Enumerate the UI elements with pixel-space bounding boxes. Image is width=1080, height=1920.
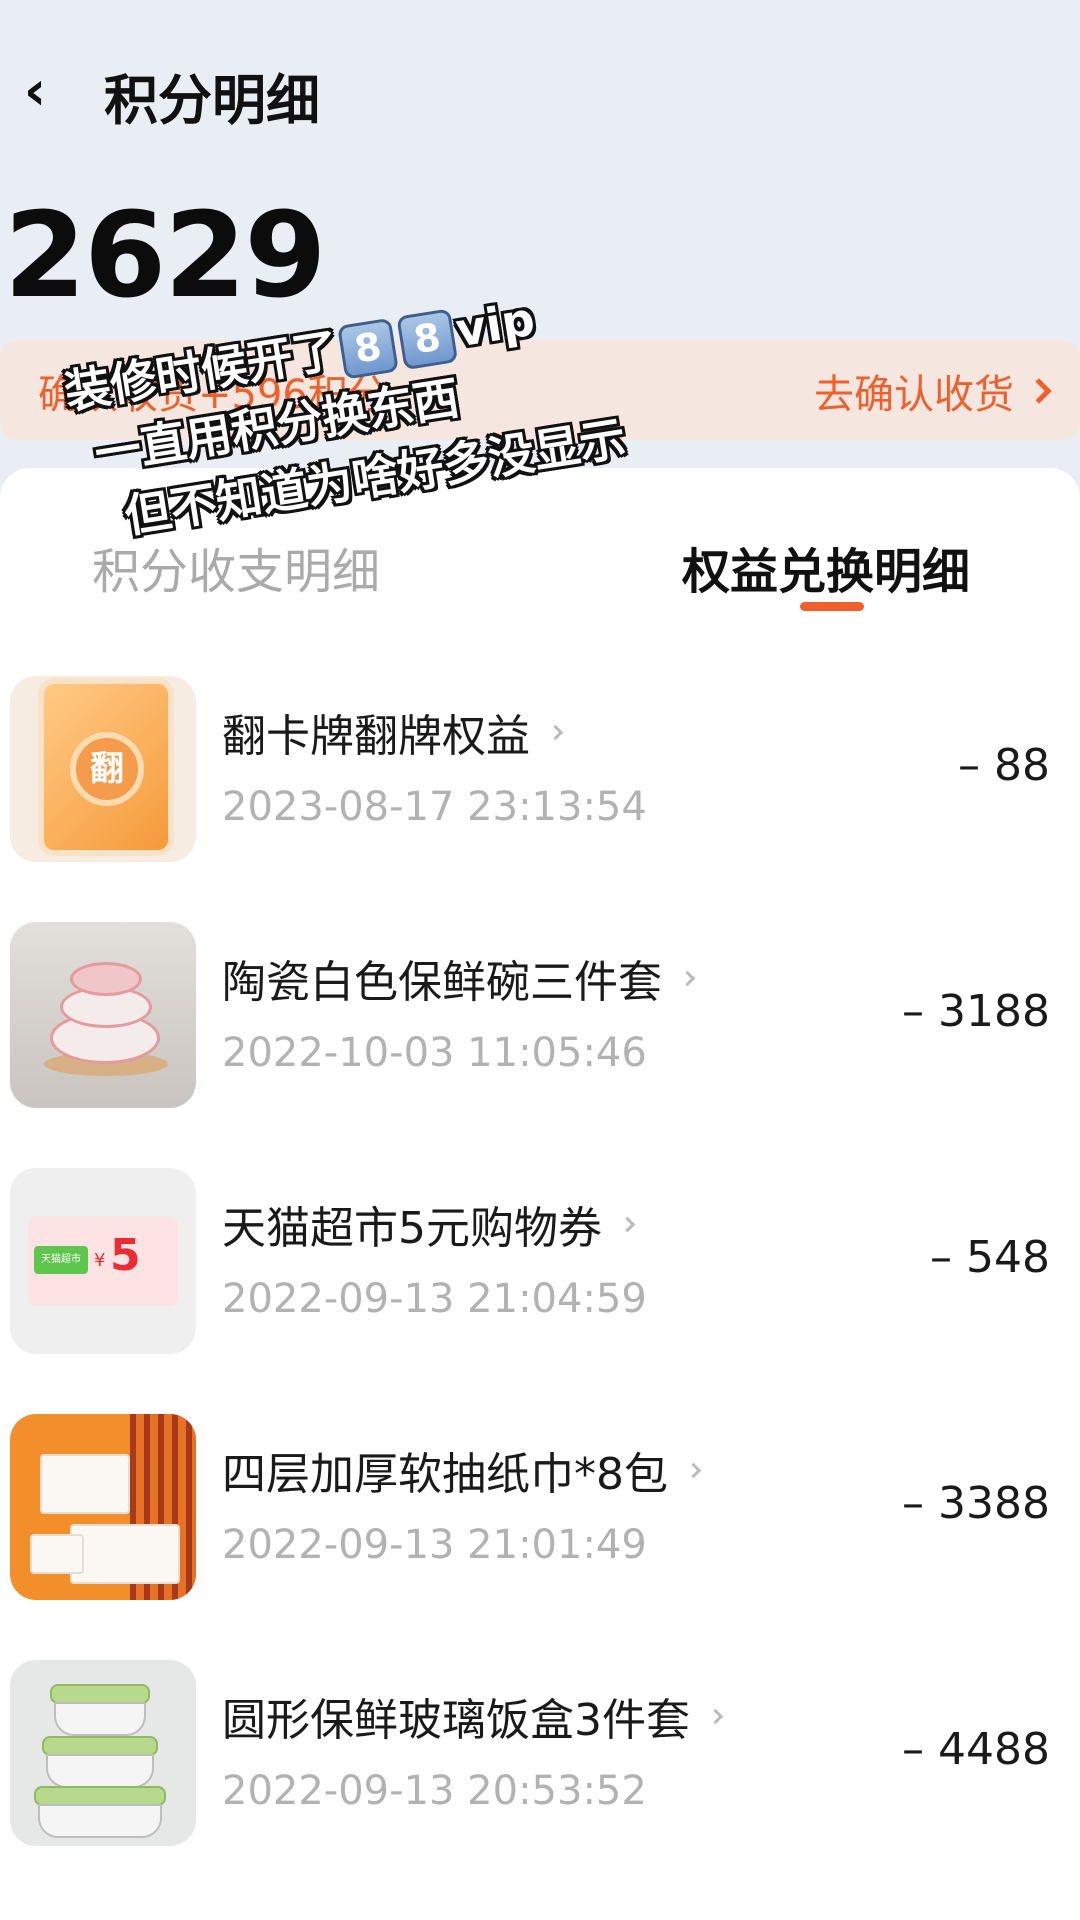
item-points: – 88 [958, 740, 1050, 791]
glass-box-graphic [46, 1754, 154, 1788]
notice-bar[interactable]: 确认收货+596积分 去确认收货 [0, 340, 1080, 440]
item-time: 2022-10-03 11:05:46 [222, 1030, 647, 1076]
back-button[interactable]: ‹ [10, 58, 60, 122]
coupon-value: 5 [110, 1230, 141, 1281]
confirm-receipt-link[interactable]: 去确认收货 [814, 362, 1052, 420]
flip-badge: 翻 [70, 732, 144, 806]
coupon-yen: ¥ [94, 1250, 106, 1271]
glass-box-graphic [38, 1804, 162, 1838]
glass-box-graphic [54, 1702, 146, 1736]
item-time: 2023-08-17 23:13:54 [222, 784, 647, 830]
item-name: 天猫超市5元购物券 [222, 1192, 636, 1256]
item-name: 翻卡牌翻牌权益 [222, 700, 564, 764]
list-item[interactable]: 天猫超市 ¥ 5 天猫超市5元购物券 2022-09-13 21:04:59 –… [0, 1168, 1080, 1354]
tmall-tag: 天猫超市 [34, 1246, 88, 1274]
list-item[interactable]: 翻 翻卡牌翻牌权益 2023-08-17 23:13:54 – 88 [0, 676, 1080, 862]
item-points: – 3188 [902, 986, 1050, 1037]
lid-graphic [34, 1786, 166, 1806]
item-thumbnail: 翻 [10, 676, 196, 862]
item-time: 2022-09-13 21:01:49 [222, 1522, 647, 1568]
tissue-box-graphic [40, 1454, 130, 1514]
tab-points-history[interactable]: 积分收支明细 [92, 532, 380, 602]
item-name: 四层加厚软抽纸巾*8包 [222, 1438, 702, 1502]
chevron-right-icon [685, 1462, 702, 1478]
bowl-graphic [70, 962, 142, 996]
item-thumbnail [10, 1414, 196, 1600]
points-total: 2629 [4, 186, 326, 324]
item-name: 陶瓷白色保鲜碗三件套 [222, 946, 696, 1010]
item-name-text: 翻卡牌翻牌权益 [222, 711, 530, 762]
chevron-right-icon [679, 970, 696, 986]
item-points: – 548 [930, 1232, 1050, 1283]
item-name-text: 陶瓷白色保鲜碗三件套 [222, 957, 662, 1008]
item-points: – 4488 [902, 1724, 1050, 1775]
list-item[interactable]: 圆形保鲜玻璃饭盒3件套 2022-09-13 20:53:52 – 4488 [0, 1660, 1080, 1846]
tissue-box-graphic [70, 1524, 180, 1584]
chevron-left-icon: ‹ [23, 58, 47, 122]
chevron-right-icon [1026, 378, 1052, 404]
item-time: 2022-09-13 20:53:52 [222, 1768, 647, 1814]
chevron-right-icon [619, 1216, 636, 1232]
item-time: 2022-09-13 21:04:59 [222, 1276, 647, 1322]
item-thumbnail [10, 922, 196, 1108]
confirm-receipt-label: 去确认收货 [814, 372, 1014, 418]
header: ‹ 积分明细 [0, 40, 1080, 140]
item-name-text: 四层加厚软抽纸巾*8包 [222, 1449, 668, 1500]
item-points: – 3388 [902, 1478, 1050, 1529]
list-item[interactable]: 四层加厚软抽纸巾*8包 2022-09-13 21:01:49 – 3388 [0, 1414, 1080, 1600]
list-item[interactable]: 陶瓷白色保鲜碗三件套 2022-10-03 11:05:46 – 3188 [0, 922, 1080, 1108]
item-name-text: 圆形保鲜玻璃饭盒3件套 [222, 1695, 690, 1746]
chevron-right-icon [707, 1708, 724, 1724]
notice-text: 确认收货+596积分 [38, 372, 388, 418]
tab-redemption-history[interactable]: 权益兑换明细 [682, 532, 970, 602]
active-tab-indicator [800, 602, 864, 611]
chevron-right-icon [547, 724, 564, 740]
item-name: 圆形保鲜玻璃饭盒3件套 [222, 1684, 724, 1748]
lid-graphic [42, 1736, 158, 1756]
item-thumbnail: 天猫超市 ¥ 5 [10, 1168, 196, 1354]
item-name-text: 天猫超市5元购物券 [222, 1203, 602, 1254]
tissue-box-graphic [30, 1534, 84, 1574]
page-title: 积分明细 [104, 69, 320, 132]
lid-graphic [50, 1684, 150, 1704]
item-thumbnail [10, 1660, 196, 1846]
